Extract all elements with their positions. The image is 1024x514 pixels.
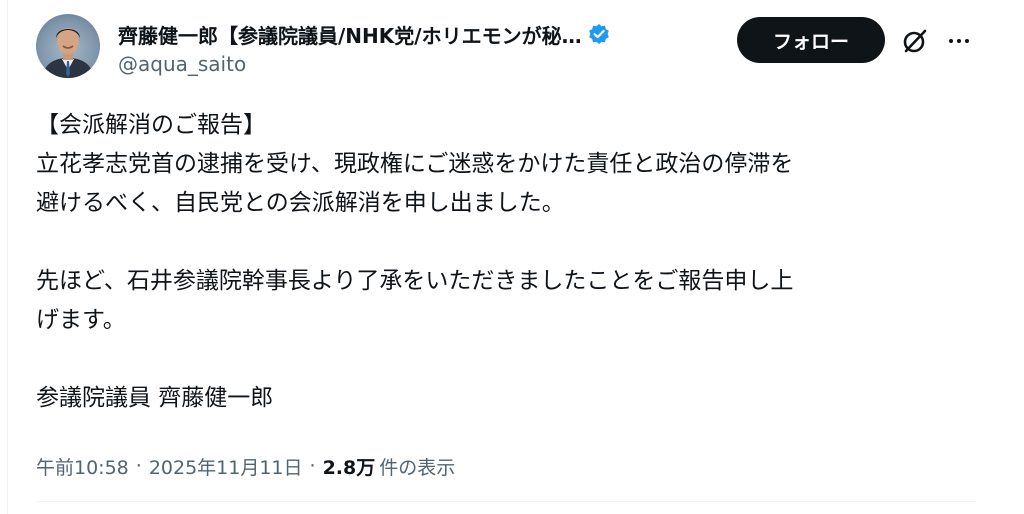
post-date[interactable]: 2025年11月11日 (149, 453, 303, 480)
grok-slash-icon[interactable] (900, 26, 930, 56)
column-border (7, 0, 8, 514)
post-time[interactable]: 午前10:58 (36, 453, 129, 480)
post-detail: 齊藤健一郎【参議院議員/NHK党/ホリエモンが秘… @aqua_saito フォ… (0, 0, 1024, 514)
view-count[interactable]: 2.8万 (323, 453, 376, 480)
dot-icon (957, 39, 961, 43)
post-header: 齊藤健一郎【参議院議員/NHK党/ホリエモンが秘… @aqua_saito フォ… (36, 12, 996, 82)
avatar[interactable] (36, 14, 100, 78)
view-label: 件の表示 (379, 456, 456, 479)
divider (36, 501, 976, 502)
author-display-name[interactable]: 齊藤健一郎【参議院議員/NHK党/ホリエモンが秘… (118, 20, 582, 49)
author-name-row[interactable]: 齊藤健一郎【参議院議員/NHK党/ホリエモンが秘… (118, 20, 610, 48)
meta-separator: · (135, 455, 142, 477)
author-handle[interactable]: @aqua_saito (118, 52, 246, 76)
meta-separator: · (309, 455, 316, 477)
post-metadata: 午前10:58 · 2025年11月11日 · 2.8万 件の表示 (36, 452, 455, 480)
verified-badge-icon[interactable] (588, 23, 610, 45)
post-text: 【会派解消のご報告】 立花孝志党首の逮捕を受け、現政権にご迷惑をかけた責任と政治… (36, 112, 794, 411)
follow-button[interactable]: フォロー (737, 17, 885, 63)
dot-icon (965, 39, 969, 43)
dot-icon (949, 39, 953, 43)
more-dots-icon[interactable] (944, 26, 974, 56)
